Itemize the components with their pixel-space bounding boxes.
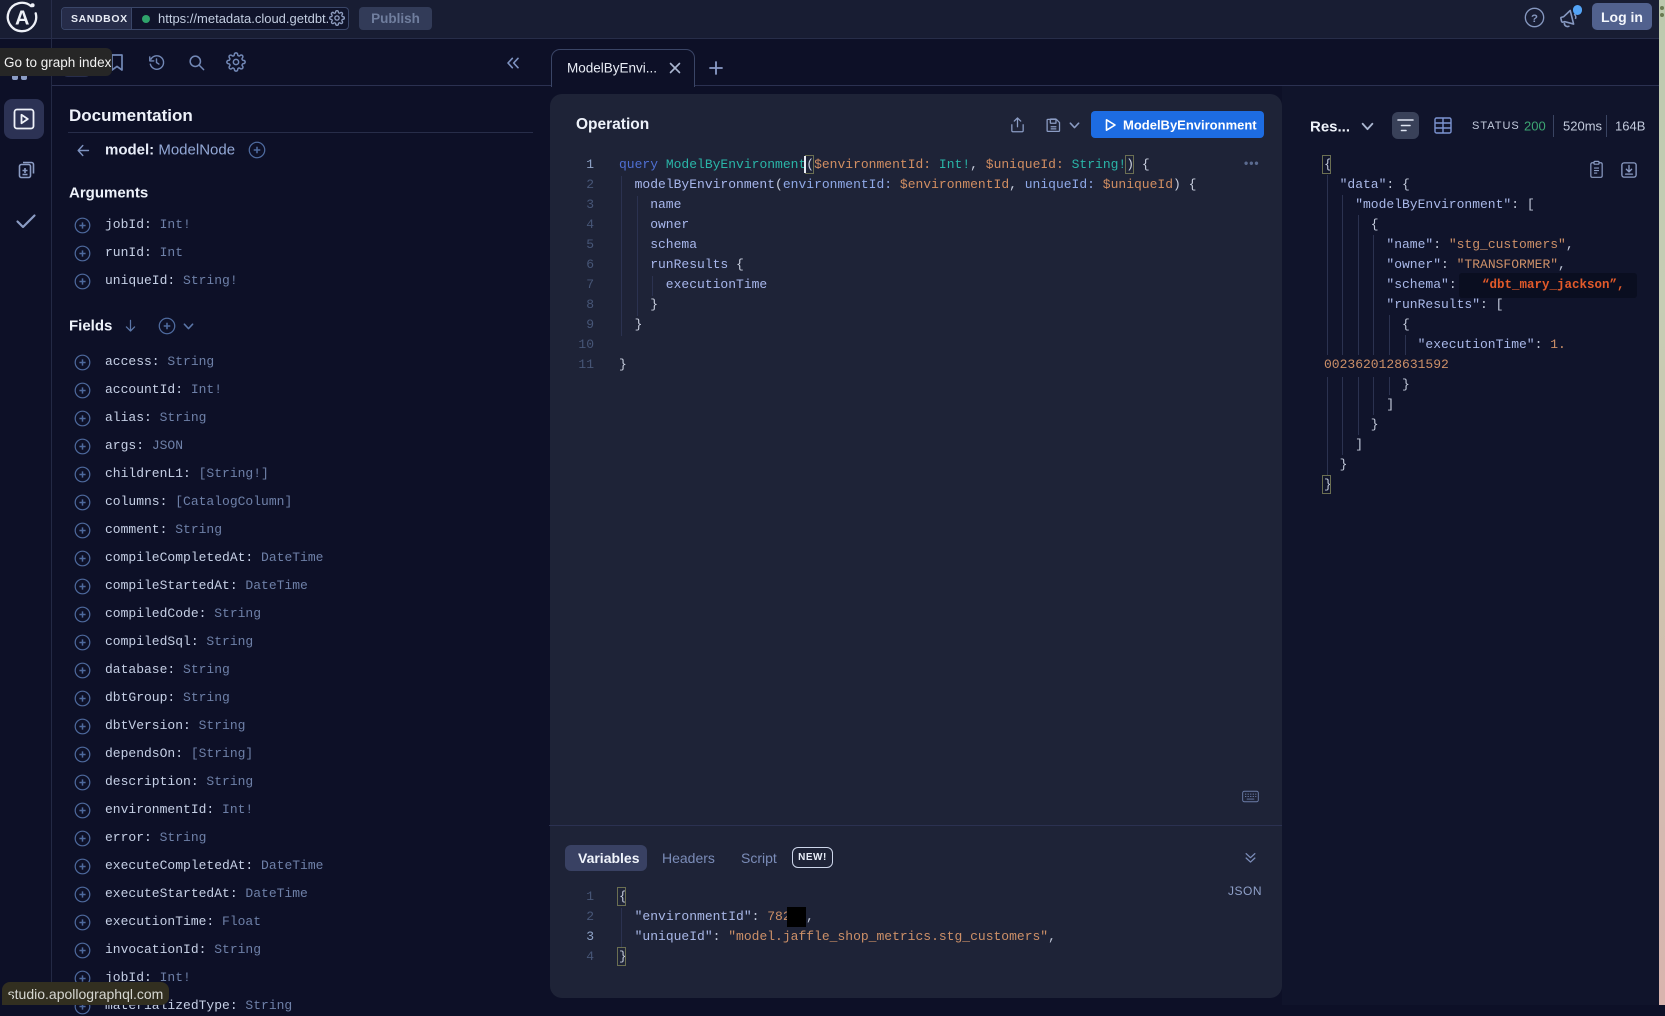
svg-text:?: ? [1531, 13, 1538, 25]
svg-text:A: A [15, 8, 29, 30]
